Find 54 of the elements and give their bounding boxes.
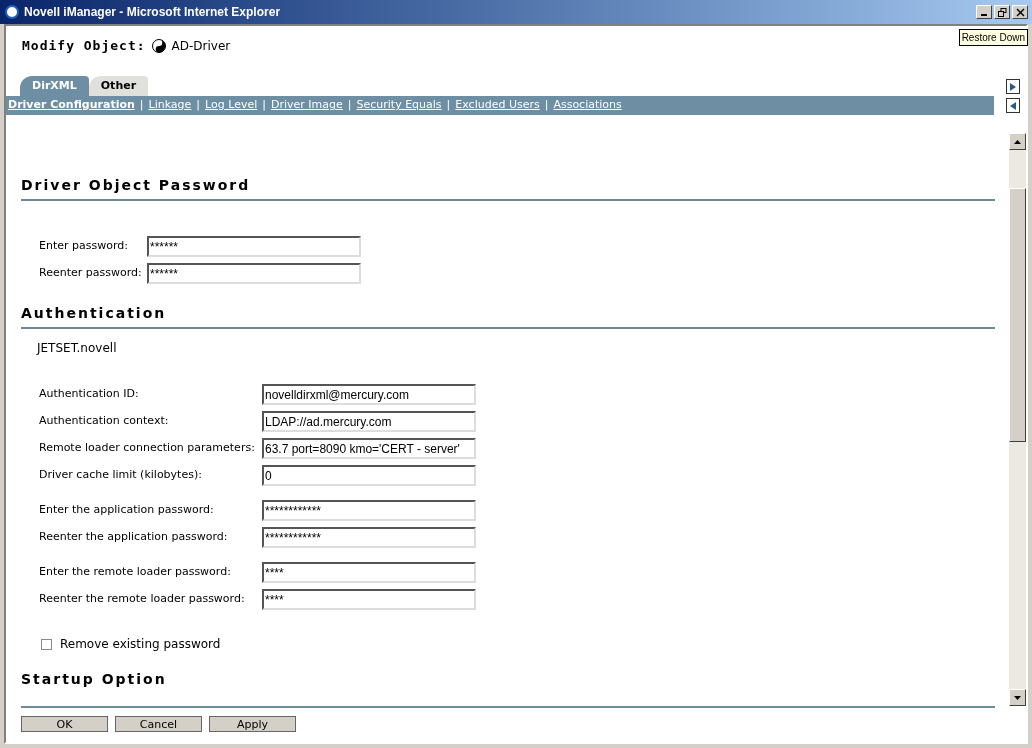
- minimize-button[interactable]: [976, 5, 992, 19]
- field-label: Authentication context:: [39, 413, 170, 430]
- form-button[interactable]: OK: [21, 716, 108, 732]
- yin-yang-icon: [151, 39, 166, 53]
- checkbox[interactable]: [41, 638, 52, 650]
- input-field[interactable]: ******: [147, 263, 361, 284]
- restore-button[interactable]: [994, 5, 1010, 19]
- input-field[interactable]: ****: [262, 589, 476, 610]
- form-button[interactable]: Apply: [209, 716, 296, 732]
- input-field[interactable]: ************: [262, 500, 476, 521]
- link-separator: |: [544, 97, 549, 114]
- section-heading: Driver Object Password: [21, 177, 251, 193]
- scrollbar[interactable]: [1009, 133, 1026, 706]
- object-name: AD-Driver: [171, 38, 231, 55]
- context-name: JETSET.novell: [37, 341, 117, 355]
- section-heading: Startup Option: [21, 671, 167, 687]
- restore-icon: [997, 7, 1007, 17]
- tab[interactable]: Other: [88, 76, 149, 96]
- left-arrow-icon: [1010, 101, 1016, 110]
- input-field[interactable]: ******: [147, 236, 361, 257]
- link-separator: |: [347, 97, 352, 114]
- field-label: Authentication ID:: [39, 386, 140, 403]
- close-icon: [1015, 7, 1025, 17]
- down-arrow-icon: [1014, 695, 1021, 700]
- field-label: Enter the application password:: [39, 502, 215, 519]
- previous-arrow-button[interactable]: [1006, 98, 1020, 113]
- field-label: Reenter password:: [39, 265, 143, 282]
- link-separator: |: [446, 97, 451, 114]
- input-field[interactable]: LDAP://ad.mercury.com: [262, 411, 476, 432]
- link-separator: |: [262, 97, 266, 114]
- link-separator: |: [196, 97, 201, 114]
- input-field[interactable]: 63.7 port=8090 kmo='CERT - server': [262, 438, 476, 459]
- field-label: Reenter the remote loader password:: [39, 591, 246, 608]
- next-arrow-button[interactable]: [1006, 79, 1020, 94]
- input-field[interactable]: novelldirxml@mercury.com: [262, 384, 476, 405]
- input-field[interactable]: ****: [262, 562, 476, 583]
- up-arrow-icon: [1014, 139, 1021, 144]
- field-label: Reenter the application password:: [39, 529, 229, 546]
- close-button[interactable]: [1012, 5, 1028, 19]
- right-arrow-icon: [1010, 82, 1016, 91]
- field-label: Driver cache limit (kilobytes):: [39, 467, 203, 484]
- input-field[interactable]: 0: [262, 465, 476, 486]
- page-heading: Modify Object:: [22, 37, 146, 56]
- window-title: Novell iManager - Microsoft Internet Explorer: [24, 4, 281, 21]
- field-label: Enter password:: [39, 238, 129, 255]
- checkbox-label: Remove existing password: [60, 636, 221, 653]
- section-heading: Authentication: [21, 305, 167, 321]
- tooltip: Restore Down: [958, 29, 1028, 46]
- minimize-icon: [981, 14, 987, 16]
- field-label: Enter the remote loader password:: [39, 564, 232, 581]
- field-label: Remote loader connection parameters:: [39, 440, 256, 457]
- link-separator: |: [139, 97, 144, 114]
- input-field[interactable]: ************: [262, 527, 476, 548]
- form-button[interactable]: Cancel: [115, 716, 202, 732]
